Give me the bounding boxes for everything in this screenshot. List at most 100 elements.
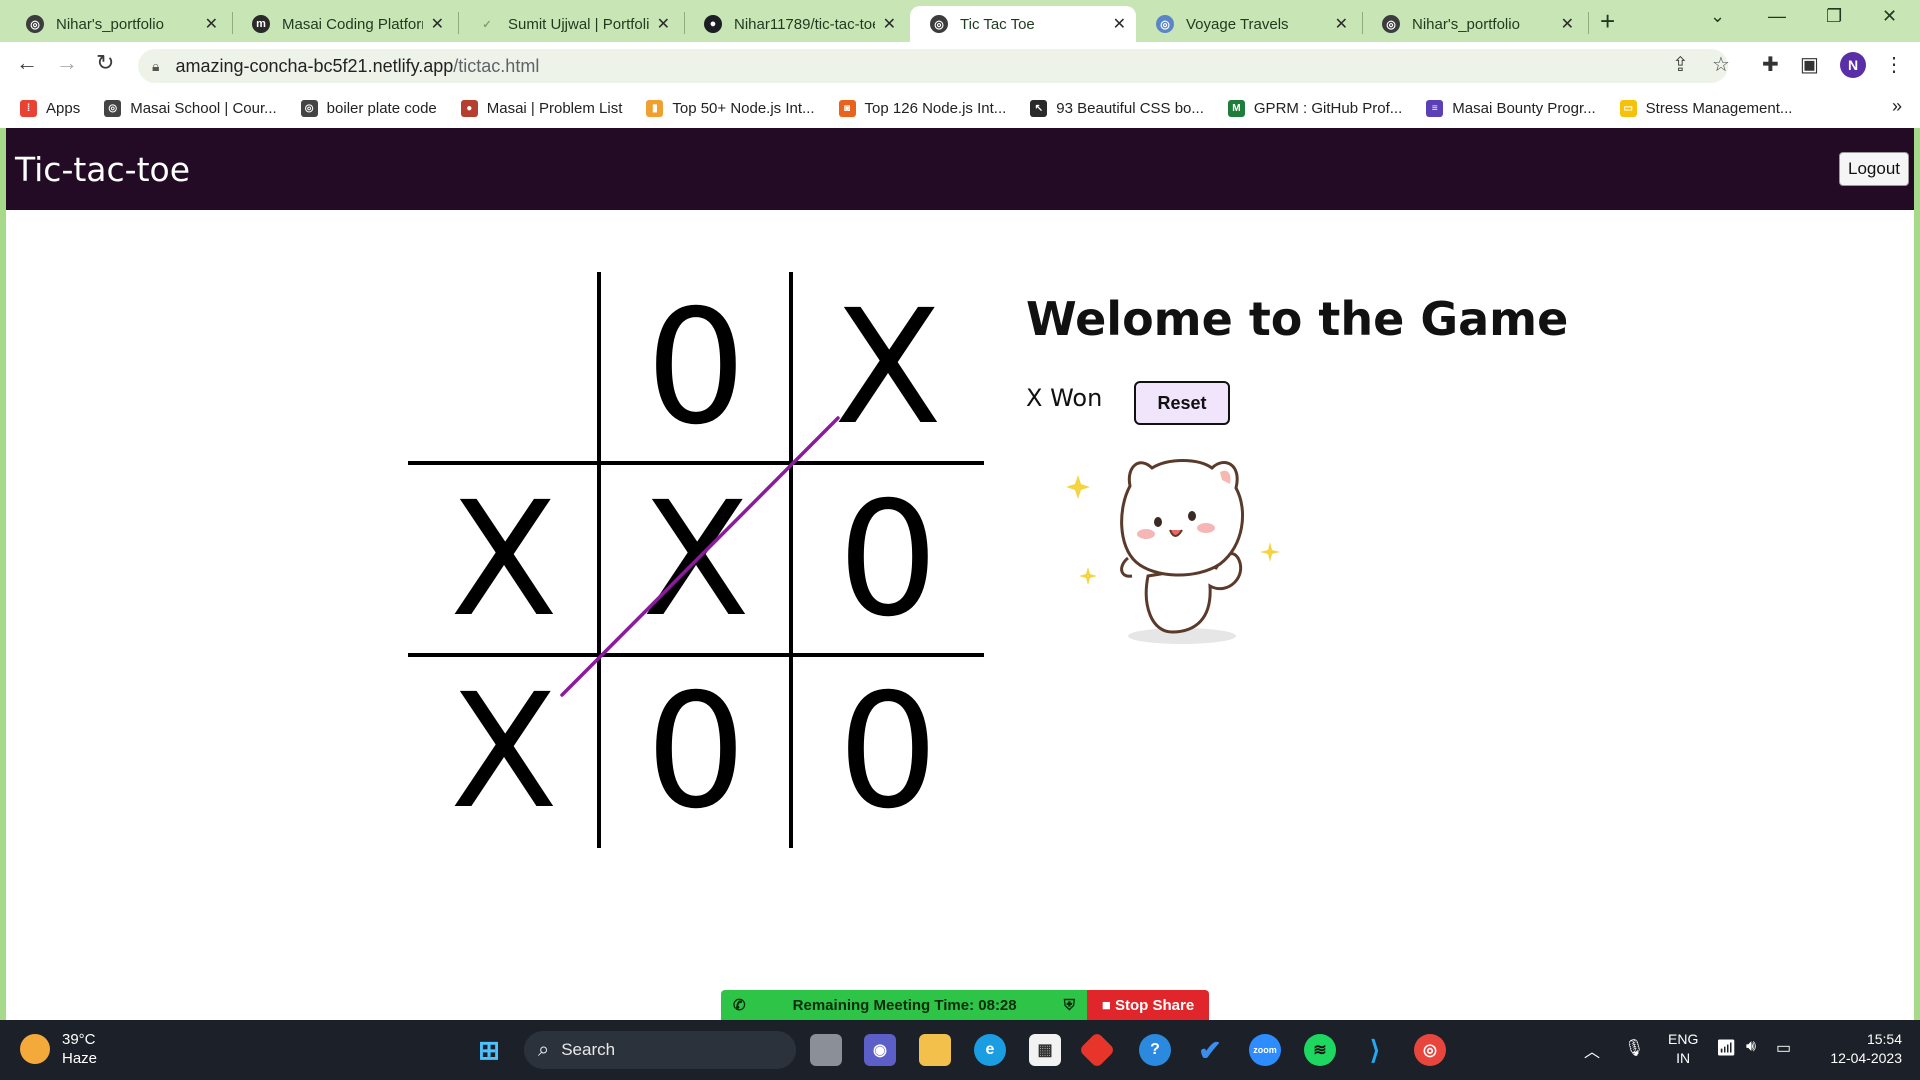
chrome-icon[interactable]: ◎	[1414, 1034, 1446, 1066]
page-heading: Welome to the Game	[1026, 292, 1569, 346]
task-view-icon[interactable]	[810, 1034, 842, 1066]
anydesk-icon[interactable]	[1078, 1031, 1116, 1069]
battery-icon[interactable]: ▭	[1776, 1038, 1791, 1058]
close-tab-icon[interactable]: ✕	[1335, 14, 1348, 34]
reload-icon[interactable]: ↻	[96, 50, 114, 76]
phone-icon: ✆	[733, 997, 746, 1014]
logout-button[interactable]: Logout	[1839, 152, 1909, 186]
weather-widget[interactable]: 39°C Haze	[20, 1030, 97, 1068]
board-cell-3[interactable]: X	[408, 464, 600, 656]
board-cell-8[interactable]: 0	[792, 656, 984, 848]
browser-tab-strip: ◎ Nihar's_portfolio ✕ m Masai Coding Pla…	[0, 0, 1920, 42]
grid-line-horizontal	[408, 653, 984, 657]
tab-masai-coding[interactable]: m Masai Coding Platform ✕	[232, 6, 454, 42]
zoom-icon[interactable]: zoom	[1249, 1034, 1281, 1066]
show-hidden-icons-chevron[interactable]: ︿	[1584, 1038, 1600, 1062]
vscode-icon[interactable]: ⟩	[1359, 1034, 1391, 1066]
close-tab-icon[interactable]: ✕	[657, 14, 670, 34]
game-board: 0 X X X 0 X 0 0	[408, 272, 984, 848]
bookmark-masai-bounty[interactable]: ≡ Masai Bounty Progr...	[1426, 99, 1596, 117]
bookmark-stress[interactable]: ▭ Stress Management...	[1619, 99, 1792, 117]
bars-icon: ▮	[646, 99, 664, 117]
page-viewport: Tic-tac-toe Logout 0 X X X 0 X 0 0 Welom…	[6, 128, 1914, 1020]
meeting-timer: ✆ Remaining Meeting Time: 08:28 ⛨	[721, 990, 1087, 1020]
share-icon[interactable]: ⇪	[1672, 52, 1689, 77]
tab-tic-tac-toe[interactable]: ◎ Tic Tac Toe ✕	[910, 6, 1136, 42]
tab-search-chevron-icon[interactable]: ⌄	[1710, 6, 1725, 27]
reset-button[interactable]: Reset	[1134, 381, 1230, 425]
bookmark-node-50[interactable]: ▮ Top 50+ Node.js Int...	[646, 99, 815, 117]
grid-line-vertical	[597, 272, 601, 848]
windows-taskbar: 39°C Haze ⊞ ⌕ Search ◉ e ▦ ? ✔ zoom ≋ ⟩ …	[0, 1020, 1920, 1080]
minimize-icon[interactable]: —	[1768, 6, 1786, 27]
bookmark-apps[interactable]: ⁞ Apps	[20, 99, 80, 117]
windows-start-icon[interactable]: ⊞	[473, 1034, 505, 1066]
bookmark-masai-school[interactable]: ◎ Masai School | Cour...	[104, 99, 277, 117]
close-tab-icon[interactable]: ✕	[205, 14, 218, 34]
bookmark-star-icon[interactable]: ☆	[1712, 52, 1730, 77]
board-cell-4[interactable]: X	[600, 464, 792, 656]
bookmarks-bar: ⁞ Apps ◎ Masai School | Cour... ◎ boiler pl…	[0, 88, 1920, 128]
bookmark-node-126[interactable]: ◙ Top 126 Node.js Int...	[838, 99, 1006, 117]
spotify-icon[interactable]: ≋	[1304, 1034, 1336, 1066]
site-icon: ◙	[838, 99, 856, 117]
cursor-icon: ↖	[1030, 99, 1048, 117]
wifi-icon[interactable]: 📶︎	[1716, 1038, 1736, 1058]
board-cell-6[interactable]: X	[408, 656, 600, 848]
close-window-icon[interactable]: ✕	[1882, 6, 1897, 27]
chrome-menu-icon[interactable]: ⋮	[1884, 52, 1904, 77]
close-tab-icon[interactable]: ✕	[431, 14, 444, 34]
volume-icon[interactable]: 🔊︎	[1746, 1038, 1756, 1056]
taskbar-search[interactable]: ⌕ Search	[524, 1031, 796, 1069]
stop-share-button[interactable]: ■ Stop Share	[1087, 990, 1209, 1020]
globe-icon: ◎	[1156, 15, 1174, 33]
board-cell-0[interactable]	[408, 272, 600, 464]
board-cell-1[interactable]: 0	[600, 272, 792, 464]
masai-m-icon: m	[252, 15, 270, 33]
close-tab-icon[interactable]: ✕	[883, 14, 896, 34]
board-cell-2[interactable]: X	[792, 272, 984, 464]
globe-icon: ◎	[26, 15, 44, 33]
board-cell-5[interactable]: 0	[792, 464, 984, 656]
todo-check-icon[interactable]: ✔	[1194, 1034, 1226, 1066]
lock-icon: 🔒︎	[152, 57, 160, 74]
tab-niharportfolio-2[interactable]: ◎ Nihar's_portfolio ✕	[1362, 6, 1584, 42]
bookmark-gprm[interactable]: M GPRM : GitHub Prof...	[1227, 99, 1402, 117]
store-icon[interactable]: ▦	[1029, 1034, 1061, 1066]
haze-sun-icon	[20, 1034, 50, 1064]
address-bar[interactable]: 🔒︎ amazing-concha-bc5f21.netlify.app/tic…	[138, 49, 1728, 83]
microphone-icon[interactable]: 🎙︎	[1624, 1038, 1644, 1058]
globe-icon: ◎	[104, 99, 122, 117]
tab-sumit-portfolio[interactable]: ✓ Sumit Ujjwal | Portfolio ✕	[458, 6, 680, 42]
teams-chat-icon[interactable]: ◉	[864, 1034, 896, 1066]
tab-github-repo[interactable]: ● Nihar11789/tic-tac-toe ✕	[684, 6, 906, 42]
url-path: /tictac.html	[453, 55, 540, 76]
shield-check-icon: ⛨	[1063, 996, 1075, 1014]
edge-browser-icon[interactable]: e	[974, 1034, 1006, 1066]
more-bookmarks-chevron-icon[interactable]: »	[1892, 96, 1902, 117]
close-tab-icon[interactable]: ✕	[1113, 14, 1126, 34]
help-icon[interactable]: ?	[1139, 1034, 1171, 1066]
cute-cat-sticker	[1066, 459, 1280, 644]
system-clock[interactable]: 15:54 12-04-2023	[1818, 1030, 1902, 1068]
restore-icon[interactable]: ❐	[1826, 6, 1842, 27]
close-tab-icon[interactable]: ✕	[1561, 14, 1574, 34]
bookmark-boiler-plate[interactable]: ◎ boiler plate code	[300, 99, 437, 117]
input-language[interactable]: ENG IN	[1668, 1030, 1698, 1068]
back-arrow-icon[interactable]: ←	[16, 50, 38, 76]
tab-voyage-travels[interactable]: ◎ Voyage Travels ✕	[1136, 6, 1358, 42]
side-panel-icon[interactable]: ▣	[1800, 52, 1819, 77]
new-tab-icon[interactable]: +	[1600, 6, 1615, 37]
forward-arrow-icon[interactable]: →	[56, 50, 78, 76]
extensions-puzzle-icon[interactable]: ✚	[1762, 52, 1779, 77]
grid-line-horizontal	[408, 461, 984, 465]
meeting-share-bar: ✆ Remaining Meeting Time: 08:28 ⛨ ■ Stop…	[721, 990, 1209, 1020]
tab-niharportfolio-1[interactable]: ◎ Nihar's_portfolio ✕	[6, 6, 228, 42]
bookmark-css[interactable]: ↖ 93 Beautiful CSS bo...	[1030, 99, 1204, 117]
file-explorer-icon[interactable]	[919, 1034, 951, 1066]
board-cell-7[interactable]: 0	[600, 656, 792, 848]
bookmark-masai-problem-list[interactable]: ● Masai | Problem List	[460, 99, 622, 117]
globe-icon: ◎	[1382, 15, 1400, 33]
weather-temperature: 39°C	[62, 1031, 96, 1048]
profile-avatar[interactable]: N	[1840, 52, 1866, 78]
